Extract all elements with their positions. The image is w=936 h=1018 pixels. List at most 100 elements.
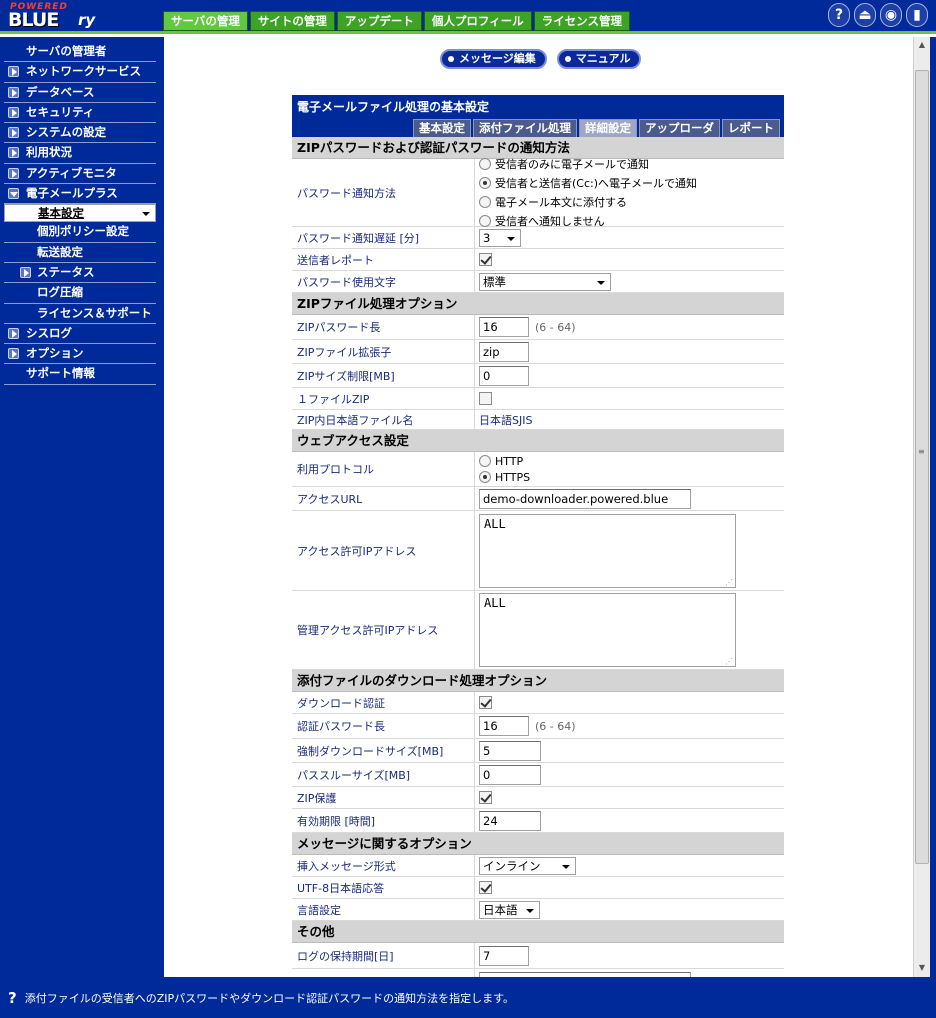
sidebar-item-active-monitor[interactable]: アクティブモニタ xyxy=(4,164,156,185)
tab-site-admin[interactable]: サイトの管理 xyxy=(249,11,335,31)
radio-option[interactable]: HTTPS xyxy=(479,471,530,484)
auth-password-length-input[interactable]: 16 xyxy=(479,716,529,736)
field-value: 受信者のみに電子メールで通知 受信者と送信者(Cc:)へ電子メールで通知 電子メ… xyxy=(475,156,784,228)
field-label: １ファイルZIP xyxy=(292,388,475,409)
expand-icon xyxy=(8,348,19,360)
radio-button[interactable] xyxy=(479,455,491,467)
expiry-input[interactable]: 24 xyxy=(479,810,541,831)
sidebar-item-server-admin[interactable]: サーバの管理者 xyxy=(4,42,156,63)
access-ip-textarea[interactable]: ALL ⋰ xyxy=(479,513,736,588)
manual-button[interactable]: マニュアル xyxy=(556,49,642,69)
logout-icon[interactable]: ⏏ xyxy=(854,3,876,27)
panel-title: 電子メールファイル処理の基本設定 xyxy=(297,100,490,114)
scroll-down-icon[interactable]: ▼ xyxy=(914,960,930,976)
form-row: 挿入メッセージ形式 インライン xyxy=(292,855,784,877)
radio-button[interactable] xyxy=(479,177,491,189)
tab-detail[interactable]: 詳細設定 xyxy=(579,119,637,137)
download-auth-checkbox[interactable] xyxy=(479,696,492,709)
log-retention-input[interactable]: 7 xyxy=(479,945,529,966)
force-download-size-input[interactable]: 5 xyxy=(479,740,541,761)
sidebar-item-label: 電子メールプラス xyxy=(26,186,118,201)
sender-report-checkbox[interactable] xyxy=(479,253,492,266)
sidebar-item-email-plus[interactable]: 電子メールプラス xyxy=(4,184,156,205)
radio-option[interactable]: 電子メール本文に添付する xyxy=(479,194,697,210)
sidebar-item-security[interactable]: セキュリティ xyxy=(4,103,156,124)
one-file-zip-checkbox[interactable] xyxy=(479,392,492,405)
field-label: ZIP内日本語ファイル名 xyxy=(292,410,475,429)
scroll-up-icon[interactable]: ▲ xyxy=(914,37,930,53)
panel-header: 電子メールファイル処理の基本設定 基本設定 添付ファイル処理 詳細設定 アップロ… xyxy=(292,95,784,137)
language-select[interactable]: 日本語 xyxy=(479,900,540,919)
form-row: ZIP内日本語ファイル名 日本語SJIS xyxy=(292,410,784,430)
tab-uploader[interactable]: アップローダ xyxy=(639,119,720,137)
range-hint: (6 - 64) xyxy=(535,320,576,334)
radio-button[interactable] xyxy=(479,215,491,227)
sidebar-item-forward[interactable]: 転送設定 xyxy=(4,243,156,263)
sidebar-item-log-compress[interactable]: ログ圧縮 xyxy=(4,283,156,304)
form-row: 強制ダウンロードサイズ[MB] 5 xyxy=(292,739,784,763)
sidebar-item-basic-settings[interactable]: 基本設定 xyxy=(4,204,156,223)
tab-server-admin[interactable]: サーバの管理 xyxy=(163,11,248,31)
field-value: 標準 xyxy=(475,271,784,292)
sidebar-item-label: システムの設定 xyxy=(26,125,107,140)
sidebar-item-database[interactable]: データベース xyxy=(4,83,156,103)
message-edit-button[interactable]: メッセージ編集 xyxy=(440,49,547,69)
radio-label: HTTP xyxy=(495,454,524,468)
radio-button[interactable] xyxy=(479,158,491,170)
tab-profile[interactable]: 個人プロフィール xyxy=(423,11,532,31)
insert-format-select[interactable]: インライン xyxy=(479,856,576,875)
field-value: demo-downloader.powered.blue xyxy=(475,487,784,510)
delay-select[interactable]: 3 xyxy=(479,228,521,247)
form-row: 有効期限 [時間] 24 xyxy=(292,809,784,833)
field-label: ZIPファイル拡張子 xyxy=(292,340,475,363)
sidebar-item-status[interactable]: ステータス xyxy=(4,263,156,284)
passthrough-size-input[interactable]: 0 xyxy=(479,764,541,785)
zip-password-length-input[interactable]: 16 xyxy=(479,317,529,337)
field-value xyxy=(475,388,784,409)
radio-button[interactable] xyxy=(479,471,491,483)
vertical-scrollbar[interactable]: ▲ ≡ ▼ xyxy=(913,37,930,977)
sidebar-item-usage[interactable]: 利用状況 xyxy=(4,143,156,164)
chars-select[interactable]: 標準 xyxy=(479,272,611,291)
sidebar-item-network[interactable]: ネットワークサービス xyxy=(4,62,156,83)
field-label: 認証パスワード長 xyxy=(292,714,475,738)
radio-option[interactable]: HTTP xyxy=(479,455,530,468)
help-icon[interactable]: ? xyxy=(828,3,850,27)
expand-icon xyxy=(8,167,19,179)
field-value: HTTP HTTPS xyxy=(475,452,784,486)
utf8-reply-checkbox[interactable] xyxy=(479,881,492,894)
form-row: １ファイルZIP xyxy=(292,388,784,410)
status-bar: ? 添付ファイルの受信者へのZIPパスワードやダウンロード認証パスワードの通知方… xyxy=(0,977,936,1018)
sidebar-item-syslog[interactable]: シスログ xyxy=(4,324,156,345)
resize-grip-icon[interactable]: ⋰ xyxy=(725,657,733,666)
exit-icon[interactable]: ▮ xyxy=(906,3,928,27)
sidebar-item-label: データベース xyxy=(26,84,95,99)
textarea-text: ALL xyxy=(484,596,506,610)
expand-icon xyxy=(8,127,19,139)
sidebar-item-policy[interactable]: 個別ポリシー設定 xyxy=(4,222,156,243)
zip-extension-input[interactable]: zip xyxy=(479,341,529,362)
tab-update[interactable]: アップデート xyxy=(336,11,422,31)
resize-grip-icon[interactable]: ⋰ xyxy=(725,578,733,587)
sidebar-item-license-support[interactable]: ライセンス＆サポート xyxy=(4,304,156,324)
access-url-input[interactable]: demo-downloader.powered.blue xyxy=(479,488,691,509)
radio-label: 受信者と送信者(Cc:)へ電子メールで通知 xyxy=(495,177,698,190)
scrollbar-thumb[interactable] xyxy=(915,70,929,864)
zip-protect-checkbox[interactable] xyxy=(479,791,492,804)
scroll-grip-icon: ≡ xyxy=(918,447,925,456)
zip-size-limit-input[interactable]: 0 xyxy=(479,365,529,386)
form-row: ZIP保護 xyxy=(292,787,784,809)
view-icon[interactable]: ◉ xyxy=(880,3,902,27)
radio-button[interactable] xyxy=(479,196,491,208)
radio-option[interactable]: 受信者と送信者(Cc:)へ電子メールで通知 xyxy=(479,175,697,191)
tab-basic[interactable]: 基本設定 xyxy=(413,119,471,137)
sidebar-item-support-info[interactable]: サポート情報 xyxy=(4,364,156,385)
tab-license[interactable]: ライセンス管理 xyxy=(533,11,630,31)
admin-ip-textarea[interactable]: ALL ⋰ xyxy=(479,593,736,667)
radio-option[interactable]: 受信者のみに電子メールで通知 xyxy=(479,156,697,172)
expand-icon xyxy=(20,266,31,278)
sidebar-item-options[interactable]: オプション xyxy=(4,344,156,365)
tab-report[interactable]: レポート xyxy=(722,119,780,137)
tab-attachment[interactable]: 添付ファイル処理 xyxy=(473,119,577,137)
sidebar-item-system[interactable]: システムの設定 xyxy=(4,123,156,144)
